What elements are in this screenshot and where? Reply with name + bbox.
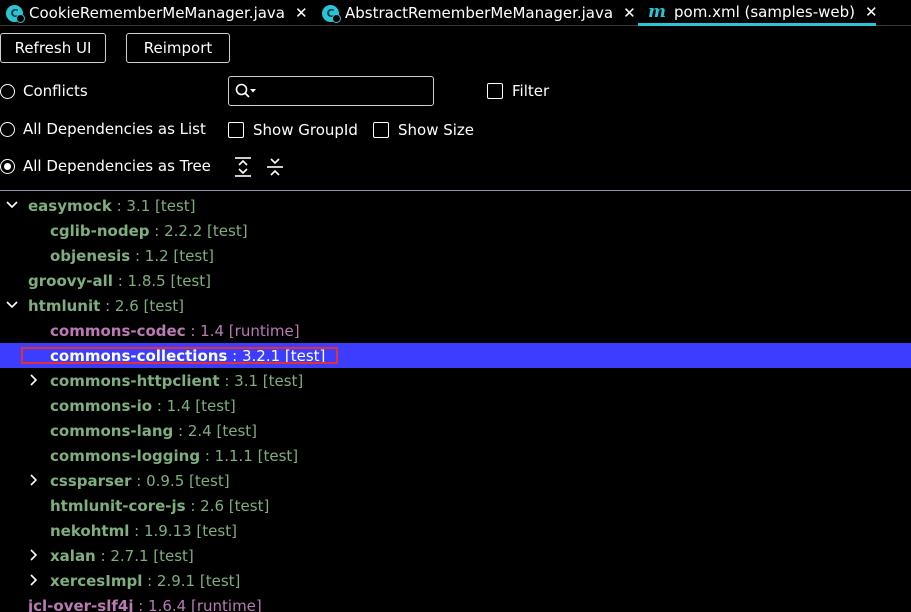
chevron-right-icon[interactable] — [27, 548, 41, 562]
tree-row-easymock[interactable]: easymock : 3.1 [test] — [0, 193, 911, 218]
tab-cookie-remember-me-manager[interactable]: C CookieRememberMeManager.java ✕ — [6, 0, 308, 26]
show-size-option[interactable]: Show Size — [373, 121, 474, 139]
dependency-name: xalan — [50, 546, 96, 565]
dependency-version: : 2.9.1 [test] — [142, 571, 241, 590]
expand-all-icon[interactable] — [233, 156, 253, 178]
java-class-icon: C — [6, 4, 25, 23]
dependency-version: : 1.8.5 [test] — [112, 271, 211, 290]
tree-row-commons-codec[interactable]: commons-codec : 1.4 [runtime] — [0, 318, 911, 343]
highlight-annotation-box — [21, 347, 338, 364]
chevron-down-icon[interactable] — [5, 198, 19, 212]
dependency-name: groovy-all — [28, 271, 113, 290]
tree-row-objenesis[interactable]: objenesis : 1.2 [test] — [0, 243, 911, 268]
show-size-checkbox[interactable] — [373, 122, 389, 138]
dependency-name: objenesis — [50, 246, 131, 265]
tab-label: AbstractRememberMeManager.java — [345, 4, 614, 22]
dependency-version: : 1.2 [test] — [130, 246, 214, 265]
collapse-all-icon[interactable] — [265, 156, 285, 178]
divider — [0, 190, 911, 191]
dependency-version: : 1.1.1 [test] — [200, 446, 299, 465]
dependency-version: : 2.6 [test] — [185, 496, 270, 515]
search-input[interactable] — [228, 76, 434, 106]
dependency-name: nekohtml — [50, 521, 130, 540]
chevron-down-icon[interactable] — [5, 298, 19, 312]
java-class-icon: C — [322, 4, 341, 23]
dependency-version: : 3.1 [test] — [219, 371, 304, 390]
tree-row-htmlunit-core-js[interactable]: htmlunit-core-js : 2.6 [test] — [0, 493, 911, 518]
tree-row-groovy-all[interactable]: groovy-all : 1.8.5 [test] — [0, 268, 911, 293]
all-dependencies-tree-label: All Dependencies as Tree — [23, 157, 211, 175]
tab-pom-xml[interactable]: m pom.xml (samples-web) ✕ — [638, 0, 878, 26]
filter-option[interactable]: Filter — [487, 82, 549, 100]
dependency-name: jcl-over-slf4j — [28, 596, 134, 612]
tree-row-nekohtml[interactable]: nekohtml : 1.9.13 [test] — [0, 518, 911, 543]
tree-row-htmlunit[interactable]: htmlunit : 2.6 [test] — [0, 293, 911, 318]
tree-row-jcl-over-slf4j[interactable]: jcl-over-slf4j : 1.6.4 [runtime] — [0, 593, 911, 612]
dependency-version: : 2.2.2 [test] — [149, 221, 248, 240]
dependency-name: htmlunit — [28, 296, 101, 315]
dependency-name: easymock — [28, 196, 112, 215]
dependency-version: : 3.1 [test] — [111, 196, 196, 215]
editor-tab-bar: C CookieRememberMeManager.java ✕ C Abstr… — [0, 0, 911, 26]
tree-row-cssparser[interactable]: cssparser : 0.9.5 [test] — [0, 468, 911, 493]
search-icon — [235, 83, 256, 98]
conflicts-radio[interactable] — [0, 83, 15, 99]
chevron-right-icon[interactable] — [27, 573, 41, 587]
filter-checkbox[interactable] — [487, 83, 503, 99]
show-groupid-label: Show GroupId — [253, 121, 358, 139]
tab-label: pom.xml (samples-web) — [674, 2, 855, 21]
tab-abstract-remember-me-manager[interactable]: C AbstractRememberMeManager.java ✕ — [322, 0, 636, 26]
show-size-label: Show Size — [398, 121, 475, 139]
show-groupid-option[interactable]: Show GroupId — [228, 121, 358, 139]
dependency-name: cssparser — [50, 471, 132, 490]
close-icon[interactable]: ✕ — [623, 4, 636, 22]
dependency-version: : 0.9.5 [test] — [131, 471, 230, 490]
tree-row-commons-io[interactable]: commons-io : 1.4 [test] — [0, 393, 911, 418]
tree-row-commons-httpclient[interactable]: commons-httpclient : 3.1 [test] — [0, 368, 911, 393]
reimport-button[interactable]: Reimport — [126, 33, 230, 63]
show-groupid-checkbox[interactable] — [228, 122, 244, 138]
tree-row-commons-lang[interactable]: commons-lang : 2.4 [test] — [0, 418, 911, 443]
tree-row-xalan[interactable]: xalan : 2.7.1 [test] — [0, 543, 911, 568]
all-dependencies-list-option[interactable]: All Dependencies as List — [0, 120, 206, 138]
all-dependencies-list-radio[interactable] — [0, 121, 15, 137]
dependency-name: commons-lang — [50, 421, 174, 440]
dependency-version: : 1.9.13 [test] — [129, 521, 237, 540]
dependency-version: : 2.4 [test] — [173, 421, 258, 440]
conflicts-option[interactable]: Conflicts — [0, 82, 88, 100]
dependency-version: : 1.4 [runtime] — [185, 321, 300, 340]
dependency-name: commons-logging — [50, 446, 201, 465]
all-dependencies-list-label: All Dependencies as List — [23, 120, 206, 138]
dependency-name: commons-io — [50, 396, 153, 415]
tree-row-commons-logging[interactable]: commons-logging : 1.1.1 [test] — [0, 443, 911, 468]
dependency-version: : 2.6 [test] — [100, 296, 185, 315]
maven-icon: m — [648, 1, 666, 22]
dependency-name: xercesImpl — [50, 571, 143, 590]
chevron-right-icon[interactable] — [27, 473, 41, 487]
tree-row-cglib-nodep[interactable]: cglib-nodep : 2.2.2 [test] — [0, 218, 911, 243]
filter-label: Filter — [512, 82, 550, 100]
dependency-name: commons-codec — [50, 321, 186, 340]
close-icon[interactable]: ✕ — [865, 3, 878, 21]
tree-row-xercesimpl[interactable]: xercesImpl : 2.9.1 [test] — [0, 568, 911, 593]
refresh-ui-button[interactable]: Refresh UI — [0, 33, 106, 63]
chevron-right-icon[interactable] — [27, 373, 41, 387]
all-dependencies-tree-radio[interactable] — [0, 158, 15, 174]
conflicts-label: Conflicts — [23, 82, 88, 100]
dependency-version: : 1.6.4 [runtime] — [133, 596, 262, 612]
dependency-name: htmlunit-core-js — [50, 496, 186, 515]
dependency-version: : 1.4 [test] — [152, 396, 236, 415]
dependency-version: : 2.7.1 [test] — [95, 546, 194, 565]
close-icon[interactable]: ✕ — [295, 4, 308, 22]
dependency-name: cglib-nodep — [50, 221, 150, 240]
all-dependencies-tree-option[interactable]: All Dependencies as Tree — [0, 157, 211, 175]
tab-label: CookieRememberMeManager.java — [29, 4, 285, 22]
dependency-name: commons-httpclient — [50, 371, 220, 390]
